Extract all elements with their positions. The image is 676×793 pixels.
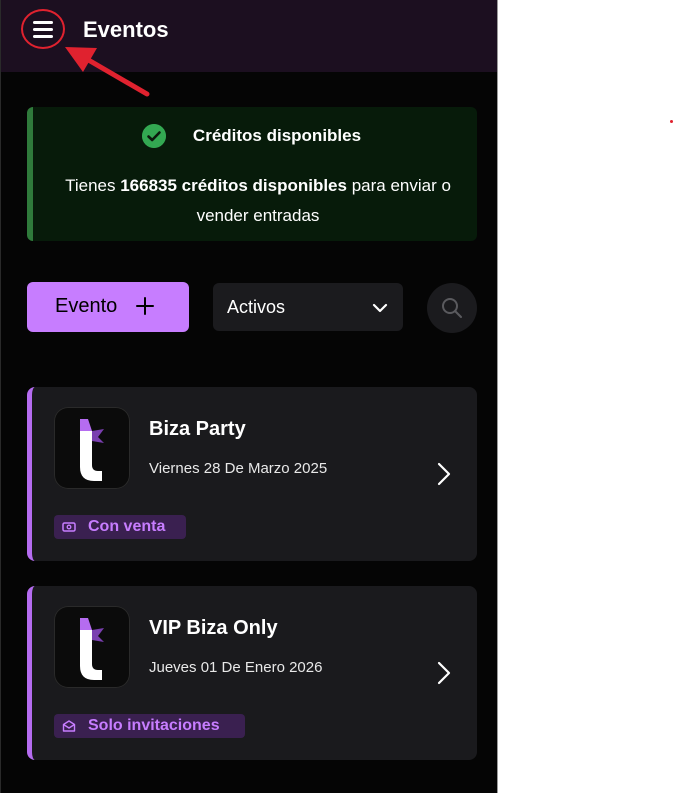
credits-message: Tienes 166835 créditos disponibles para … — [53, 171, 463, 231]
status-badge: Con venta — [54, 515, 186, 539]
event-logo — [54, 407, 130, 489]
search-button[interactable] — [427, 283, 477, 333]
event-card[interactable]: VIP Biza Only Jueves 01 De Enero 2026 So… — [27, 586, 477, 760]
new-event-button[interactable]: Evento — [27, 282, 189, 332]
chevron-right-icon — [437, 462, 451, 486]
chevron-down-icon — [372, 303, 388, 313]
new-event-label: Evento — [55, 295, 118, 317]
brand-logo-icon — [80, 618, 104, 680]
stray-dot — [670, 120, 673, 123]
event-logo — [54, 606, 130, 688]
credits-message-prefix: Tienes — [65, 176, 121, 195]
plus-icon — [136, 297, 154, 315]
status-filter-select[interactable]: Activos — [213, 283, 403, 331]
envelope-icon — [62, 720, 76, 732]
event-name: Biza Party — [149, 418, 246, 440]
event-card[interactable]: Biza Party Viernes 28 De Marzo 2025 Con … — [27, 387, 477, 561]
badge-label: Con venta — [88, 518, 166, 535]
badge-label: Solo invitaciones — [88, 717, 220, 734]
brand-logo-icon — [80, 419, 104, 481]
credits-title: Créditos disponibles — [192, 126, 362, 145]
filter-selected-value: Activos — [227, 297, 286, 317]
credits-amount: 166835 créditos disponibles — [120, 176, 347, 195]
status-badge: Solo invitaciones — [54, 714, 245, 738]
event-date: Viernes 28 De Marzo 2025 — [149, 460, 328, 477]
credits-banner: Créditos disponibles Tienes 166835 crédi… — [27, 107, 477, 241]
ticket-icon — [62, 522, 76, 532]
search-icon — [442, 298, 462, 318]
menu-button[interactable] — [21, 9, 65, 49]
event-name: VIP Biza Only — [149, 617, 278, 639]
top-bar: Eventos — [1, 0, 497, 72]
page-title: Eventos — [83, 17, 169, 42]
event-date: Jueves 01 De Enero 2026 — [149, 659, 323, 676]
app-window: Eventos Créditos disponibles Tienes 1668… — [0, 0, 498, 793]
chevron-right-icon — [437, 661, 451, 685]
